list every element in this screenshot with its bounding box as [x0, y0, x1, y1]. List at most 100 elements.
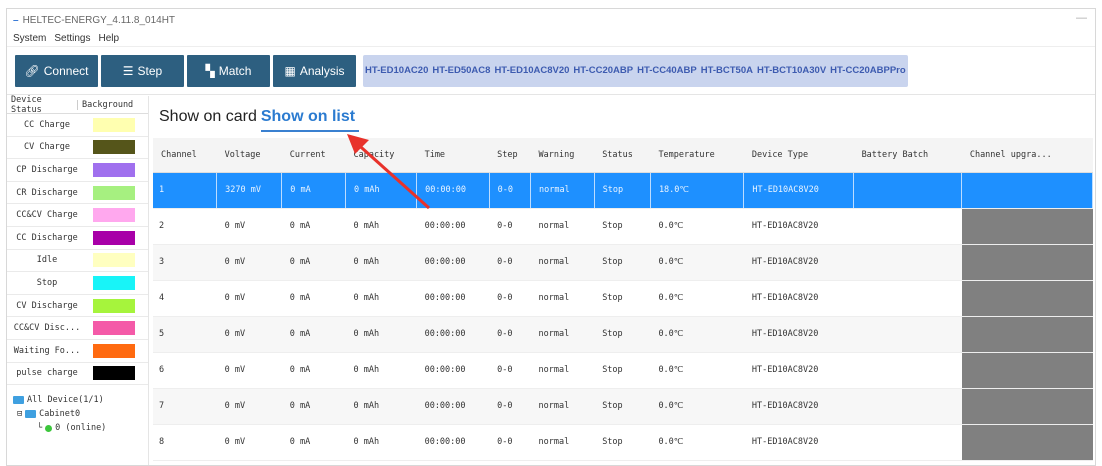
tree-branch-icon: └ [37, 423, 43, 434]
table-cell [961, 316, 1093, 353]
column-header[interactable]: Battery Batch [853, 138, 962, 173]
show-on-list-tab[interactable]: Show on list [260, 108, 360, 132]
legend-label: CC Charge [23, 119, 71, 130]
device-status-header: Device Status [11, 94, 42, 115]
table-cell: normal [530, 172, 595, 209]
table-cell [853, 388, 962, 425]
table-cell: normal [530, 388, 595, 425]
menu-settings[interactable]: Settings [54, 33, 90, 44]
legend-color-swatch [93, 253, 135, 268]
table-cell: 0-0 [489, 208, 531, 245]
collapse-icon[interactable]: ⊟ [17, 409, 22, 419]
device-tab[interactable]: HT-CC20ABPPro [828, 65, 908, 76]
table-cell: 6 [153, 352, 217, 389]
table-cell: 0 mA [281, 172, 346, 209]
main-panel: Show on card Show on list Channel Voltage… [153, 96, 1095, 465]
legend-label: pulse charge [16, 368, 78, 379]
legend-label: Stop [36, 277, 58, 288]
tree-node-label: 0 (online) [55, 423, 107, 434]
table-header: Channel Voltage Current Capacity Time Step War… [153, 138, 1093, 173]
table-cell [853, 208, 962, 245]
column-header[interactable]: Channel [153, 138, 217, 173]
table-cell: 0.0℃ [650, 388, 744, 425]
table-cell: 0 mA [281, 352, 346, 389]
table-cell: 0-0 [489, 388, 531, 425]
column-header[interactable]: Temperature [650, 138, 744, 173]
legend-label: CC Discharge [16, 232, 78, 243]
device-tab[interactable]: HT-BCT50A [699, 65, 755, 76]
column-header[interactable]: Voltage [216, 138, 282, 173]
table-row[interactable]: 20 mV 0 mA 0 mAh 00:00:00 0-0 normal Stop 0.0℃ H… [153, 208, 1093, 245]
column-header[interactable]: Device Type [743, 138, 854, 173]
app-icon: – [13, 14, 19, 26]
device-tab[interactable]: HT-BCT10A30V [755, 65, 828, 76]
device-tab[interactable]: HT-CC20ABP [571, 65, 635, 76]
column-header[interactable]: Current [281, 138, 346, 173]
table-cell: 0 mA [281, 280, 346, 317]
device-tab[interactable]: HT-ED10AC8V20 [492, 65, 571, 76]
table-cell: Stop [594, 424, 651, 461]
column-header[interactable]: Status [594, 138, 651, 173]
table-cell: 5 [153, 316, 217, 353]
menu-help[interactable]: Help [98, 33, 119, 44]
legend-color-swatch [93, 343, 135, 358]
device-tab[interactable]: HT-ED50AC8 [430, 65, 492, 76]
left-panel: Device Status Background CC Charge CV Cha… [7, 94, 149, 465]
table-cell: normal [530, 244, 595, 281]
table-row[interactable]: 40 mV 0 mA 0 mAh 00:00:00 0-0 normal Stop 0.0℃ H… [153, 280, 1093, 317]
tree-cabinet[interactable]: ⊟ Cabinet0 [13, 407, 148, 421]
table-cell [961, 352, 1093, 389]
column-header[interactable]: Warning [530, 138, 595, 173]
legend-color-swatch [93, 117, 135, 132]
table-row[interactable]: 70 mV 0 mA 0 mAh 00:00:00 0-0 normal Stop 0.0℃ H… [153, 388, 1093, 425]
table-cell: 0-0 [489, 424, 531, 461]
table-cell: HT-ED10AC8V20 [743, 244, 854, 281]
device-tab[interactable]: HT-CC40ABP [635, 65, 699, 76]
table-cell [961, 172, 1093, 209]
minimize-button[interactable]: — [1076, 12, 1087, 24]
table-cell: 8 [153, 424, 217, 461]
tree-root-label: All Device(1/1) [27, 395, 104, 406]
legend-label: Waiting Fo... [13, 345, 81, 356]
table-cell [961, 388, 1093, 425]
legend-row: Waiting Fo... [7, 340, 148, 363]
background-header: Background [77, 99, 148, 110]
match-button[interactable]: ▚ Match [187, 54, 270, 87]
folder-icon [13, 396, 24, 405]
device-tab[interactable]: HT-ED10AC20 [363, 65, 430, 76]
step-button[interactable]: ☰ Step [101, 54, 184, 87]
legend-label: CV Charge [23, 142, 71, 153]
table-row[interactable]: 50 mV 0 mA 0 mAh 00:00:00 0-0 normal Stop 0.0℃ H… [153, 316, 1093, 353]
table-cell: 0 mAh [345, 388, 417, 425]
legend-header: Device Status Background [7, 94, 148, 115]
table-cell: HT-ED10AC8V20 [743, 352, 854, 389]
tree-root[interactable]: All Device(1/1) [13, 393, 148, 407]
table-cell: 00:00:00 [416, 244, 490, 281]
table-cell: HT-ED10AC8V20 [743, 280, 854, 317]
legend-color-swatch [93, 275, 135, 290]
table-cell: 0-0 [489, 352, 531, 389]
table-row[interactable]: 60 mV 0 mA 0 mAh 00:00:00 0-0 normal Stop 0.0℃ H… [153, 352, 1093, 389]
table-row[interactable]: 80 mV 0 mA 0 mAh 00:00:00 0-0 normal Stop 0.0℃ H… [153, 424, 1093, 461]
app-window: – HELTEC-ENERGY_4.11.8_014HT — System Se… [6, 8, 1096, 466]
table-cell: 00:00:00 [416, 280, 490, 317]
online-status-icon [45, 424, 53, 432]
table-row[interactable]: 30 mV 0 mA 0 mAh 00:00:00 0-0 normal Stop 0.0℃ H… [153, 244, 1093, 281]
tree-cabinet-label: Cabinet0 [39, 409, 81, 420]
toolbar: 🔗︎ Connect ☰ Step ▚ Match ▦ Analysis HT-… [7, 47, 1095, 95]
menu-system[interactable]: System [13, 33, 46, 44]
column-header[interactable]: Step [489, 138, 531, 173]
analysis-button[interactable]: ▦ Analysis [273, 54, 356, 87]
table-cell: Stop [594, 388, 651, 425]
legend-row: pulse charge [7, 363, 148, 386]
show-on-card-tab[interactable]: Show on card [159, 108, 257, 126]
table-cell: HT-ED10AC8V20 [743, 388, 854, 425]
table-cell: 00:00:00 [416, 316, 490, 353]
table-cell [853, 280, 962, 317]
connect-button[interactable]: 🔗︎ Connect [15, 54, 98, 87]
tree-node[interactable]: └ 0 (online) [13, 421, 148, 435]
table-cell: 0.0℃ [650, 208, 744, 245]
table-row[interactable]: 1 3270 mV 0 mA 0 mAh 00:00:00 0-0 normal Stop 18… [153, 172, 1093, 209]
table-cell: HT-ED10AC8V20 [743, 424, 854, 461]
column-header[interactable]: Channel upgra... [961, 138, 1093, 173]
